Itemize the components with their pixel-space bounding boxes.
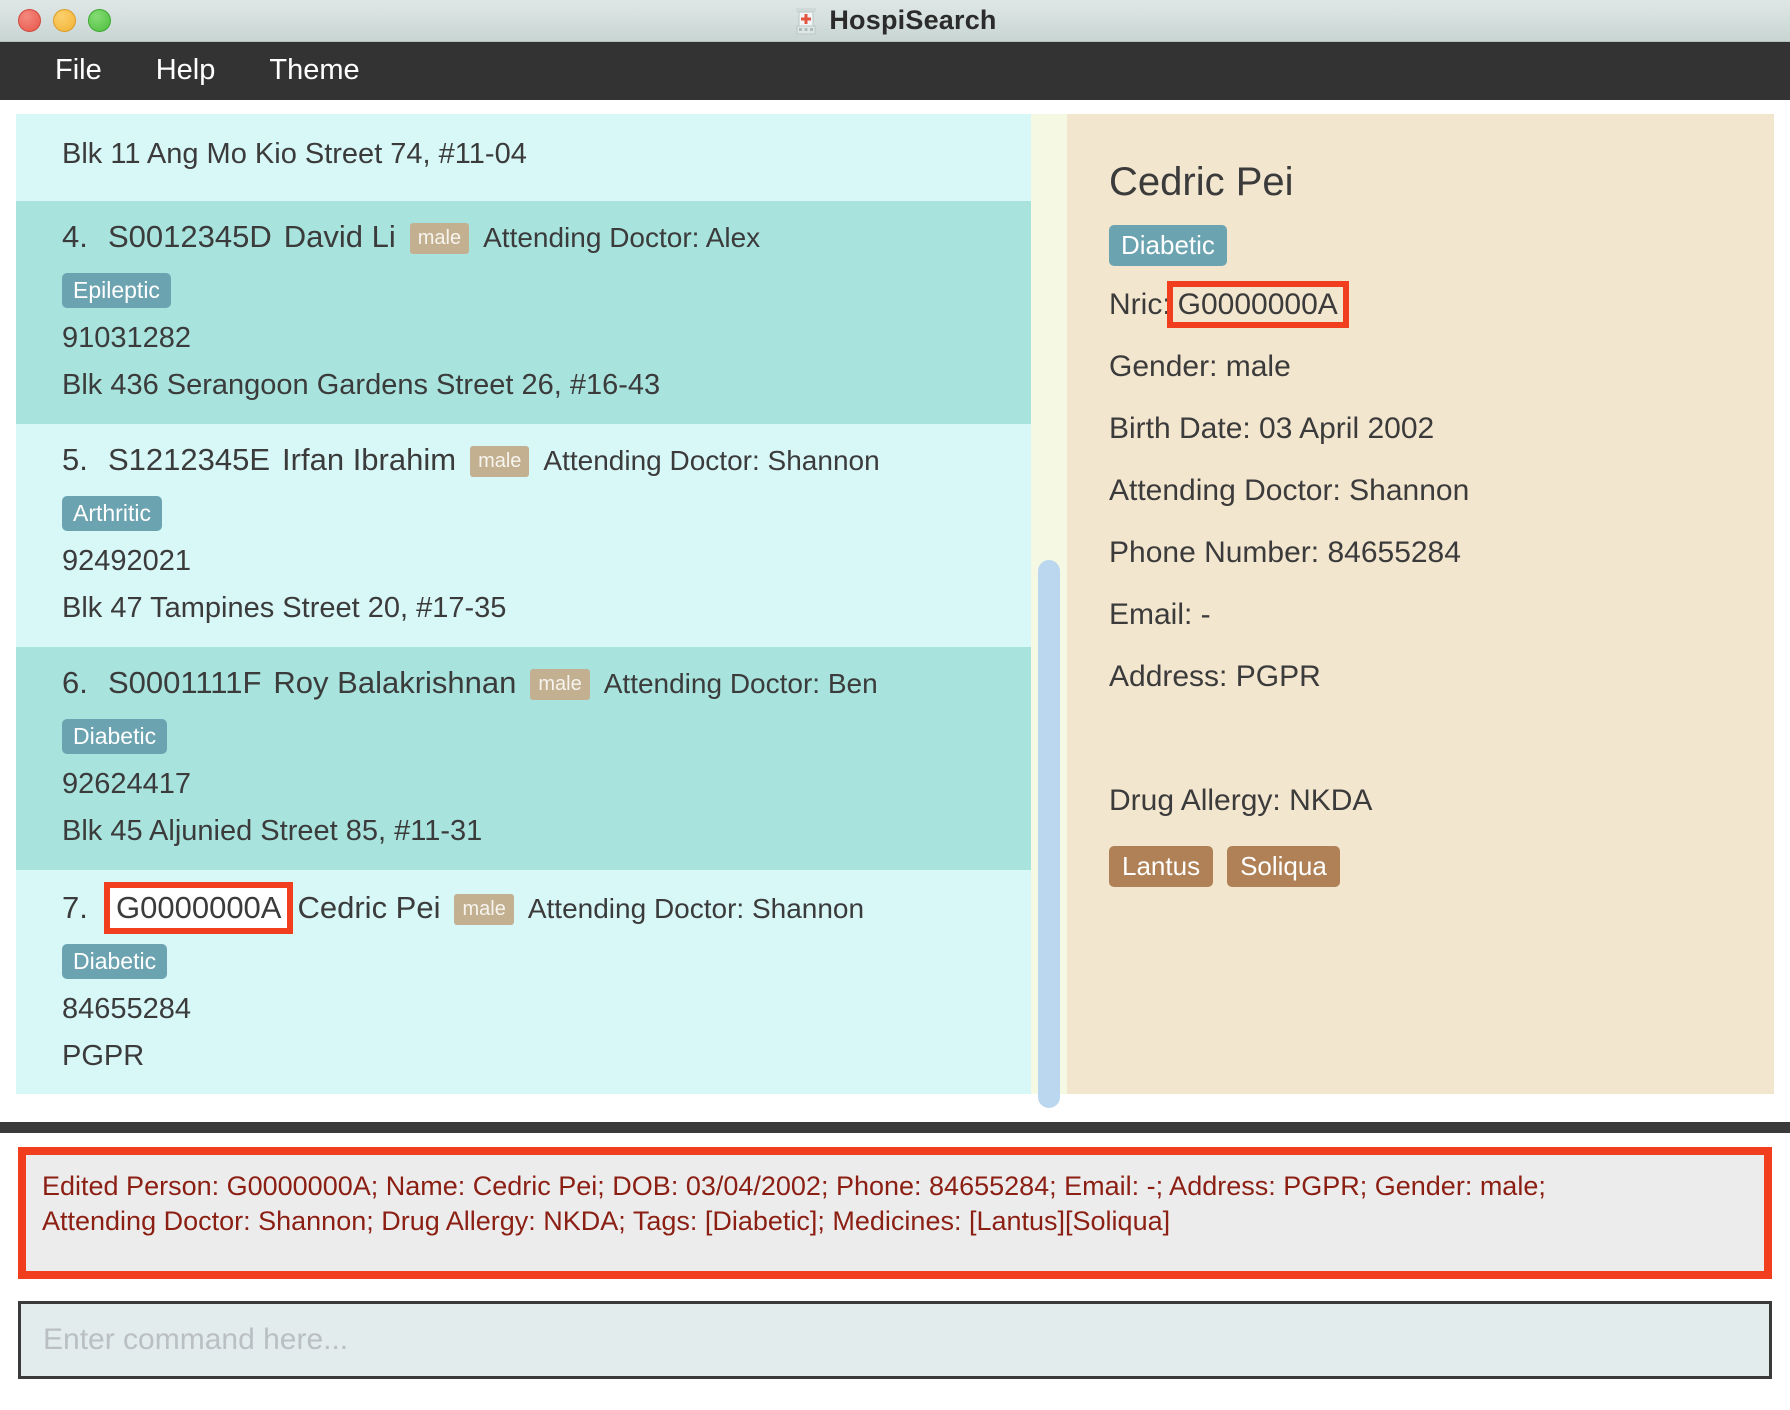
hospital-icon: [796, 7, 817, 34]
person-header: 6. S0001111F Roy Balakrishnan male Atten…: [62, 665, 1031, 703]
person-header: 4. S0012345D David Li male Attending Doc…: [62, 219, 1031, 257]
title-bar: HospiSearch: [0, 0, 1790, 42]
list-scrollbar-track[interactable]: [1031, 114, 1067, 1108]
person-index: 4.: [62, 219, 88, 254]
person-index: 6.: [62, 665, 88, 700]
condition-tag: Arthritic: [62, 496, 162, 531]
detail-condition-tag: Diabetic: [1109, 225, 1227, 266]
person-phone: 92492021: [62, 545, 192, 577]
person-phone: 92624417: [62, 768, 192, 800]
app-window: HospiSearch File Help Theme Blk 11 Ang M…: [0, 0, 1790, 1410]
list-item[interactable]: 4. S0012345D David Li male Attending Doc…: [16, 201, 1031, 424]
medicine-tag: Lantus: [1109, 846, 1214, 887]
command-input[interactable]: [18, 1301, 1772, 1379]
person-name: Roy Balakrishnan: [273, 665, 517, 700]
list-item[interactable]: 7. G0000000A Cedric Pei male Attending D…: [16, 870, 1031, 1094]
window-title: HospiSearch: [829, 5, 997, 35]
minimize-button[interactable]: [53, 9, 76, 32]
menu-bar: File Help Theme: [0, 42, 1790, 100]
person-address: Blk 11 Ang Mo Kio Street 74, #11-04: [62, 138, 527, 170]
gender-badge: male: [470, 446, 530, 477]
command-area: [0, 1279, 1790, 1397]
person-address: Blk 45 Aljunied Street 85, #11-31: [62, 815, 483, 847]
condition-tag: Diabetic: [62, 719, 168, 754]
detail-attending-doctor: Attending Doctor: Shannon: [1109, 474, 1470, 507]
menu-theme[interactable]: Theme: [242, 49, 386, 93]
list-item[interactable]: 6. S0001111F Roy Balakrishnan male Atten…: [16, 647, 1031, 870]
window-controls[interactable]: [0, 9, 111, 32]
person-list-panel[interactable]: Blk 11 Ang Mo Kio Street 74, #11-04 4. S…: [16, 114, 1031, 1094]
person-nric: S0001111F: [108, 665, 262, 700]
detail-person-name: Cedric Pei: [1109, 160, 1294, 204]
person-nric-highlight: G0000000A: [103, 882, 294, 934]
person-address: Blk 47 Tampines Street 20, #17-35: [62, 592, 507, 624]
gender-badge: male: [530, 669, 590, 700]
main-content: Blk 11 Ang Mo Kio Street 74, #11-04 4. S…: [0, 100, 1790, 1122]
detail-address: Address: PGPR: [1109, 660, 1321, 693]
list-item[interactable]: Blk 11 Ang Mo Kio Street 74, #11-04: [16, 114, 1031, 201]
menu-help[interactable]: Help: [129, 49, 243, 93]
person-address: Blk 436 Serangoon Gardens Street 26, #16…: [62, 369, 661, 401]
person-name: Cedric Pei: [297, 890, 441, 925]
person-phone: 84655284: [62, 993, 192, 1025]
detail-email: Email: -: [1109, 598, 1211, 631]
detail-gender: Gender: male: [1109, 350, 1291, 383]
attending-doctor: Attending Doctor: Alex: [483, 222, 761, 253]
close-button[interactable]: [18, 9, 41, 32]
title-center: HospiSearch: [0, 0, 1790, 41]
attending-doctor: Attending Doctor: Shannon: [543, 445, 880, 476]
result-display-box: Edited Person: G0000000A; Name: Cedric P…: [18, 1147, 1772, 1279]
condition-tag: Diabetic: [62, 944, 168, 979]
person-address: PGPR: [62, 1040, 145, 1072]
detail-nric: Nric: G0000000A: [1109, 281, 1774, 328]
list-item[interactable]: 5. S1212345E Irfan Ibrahim male Attendin…: [16, 424, 1031, 647]
person-index: 5.: [62, 442, 88, 477]
detail-nric-value: G0000000A: [1166, 281, 1349, 328]
person-name: Irfan Ibrahim: [282, 442, 457, 477]
medicine-tag: Soliqua: [1227, 846, 1340, 887]
person-index: 7.: [62, 890, 88, 925]
person-phone: 91031282: [62, 322, 192, 354]
result-line-1: Edited Person: G0000000A; Name: Cedric P…: [42, 1171, 1546, 1201]
person-nric: S0012345D: [108, 219, 272, 254]
detail-medicine-tags: Lantus Soliqua: [1109, 846, 1774, 887]
person-detail-panel: Cedric Pei Diabetic Nric: G0000000A Gende…: [1067, 114, 1774, 1094]
detail-phone: Phone Number: 84655284: [1109, 536, 1461, 569]
zoom-button[interactable]: [88, 9, 111, 32]
menu-file[interactable]: File: [28, 49, 129, 93]
detail-spacer: [1109, 722, 1774, 784]
attending-doctor: Attending Doctor: Shannon: [527, 893, 865, 924]
person-header: 5. S1212345E Irfan Ibrahim male Attendin…: [62, 442, 1031, 480]
person-header: 7. G0000000A Cedric Pei male Attending D…: [62, 882, 1031, 934]
condition-tag: Epileptic: [62, 273, 171, 308]
list-scrollbar-thumb[interactable]: [1038, 560, 1060, 1108]
gender-badge: male: [409, 223, 470, 254]
person-list: Blk 11 Ang Mo Kio Street 74, #11-04 4. S…: [16, 114, 1031, 1094]
attending-doctor: Attending Doctor: Ben: [603, 668, 878, 699]
result-line-2: Attending Doctor: Shannon; Drug Allergy:…: [42, 1205, 1171, 1236]
gender-badge: male: [454, 894, 514, 925]
detail-drug-allergy: Drug Allergy: NKDA: [1109, 784, 1373, 817]
section-divider: [0, 1122, 1790, 1133]
detail-nric-label: Nric:: [1109, 288, 1171, 321]
result-area: Edited Person: G0000000A; Name: Cedric P…: [0, 1133, 1790, 1279]
person-nric: S1212345E: [108, 442, 271, 477]
person-name: David Li: [283, 219, 396, 254]
detail-birth-date: Birth Date: 03 April 2002: [1109, 412, 1435, 445]
